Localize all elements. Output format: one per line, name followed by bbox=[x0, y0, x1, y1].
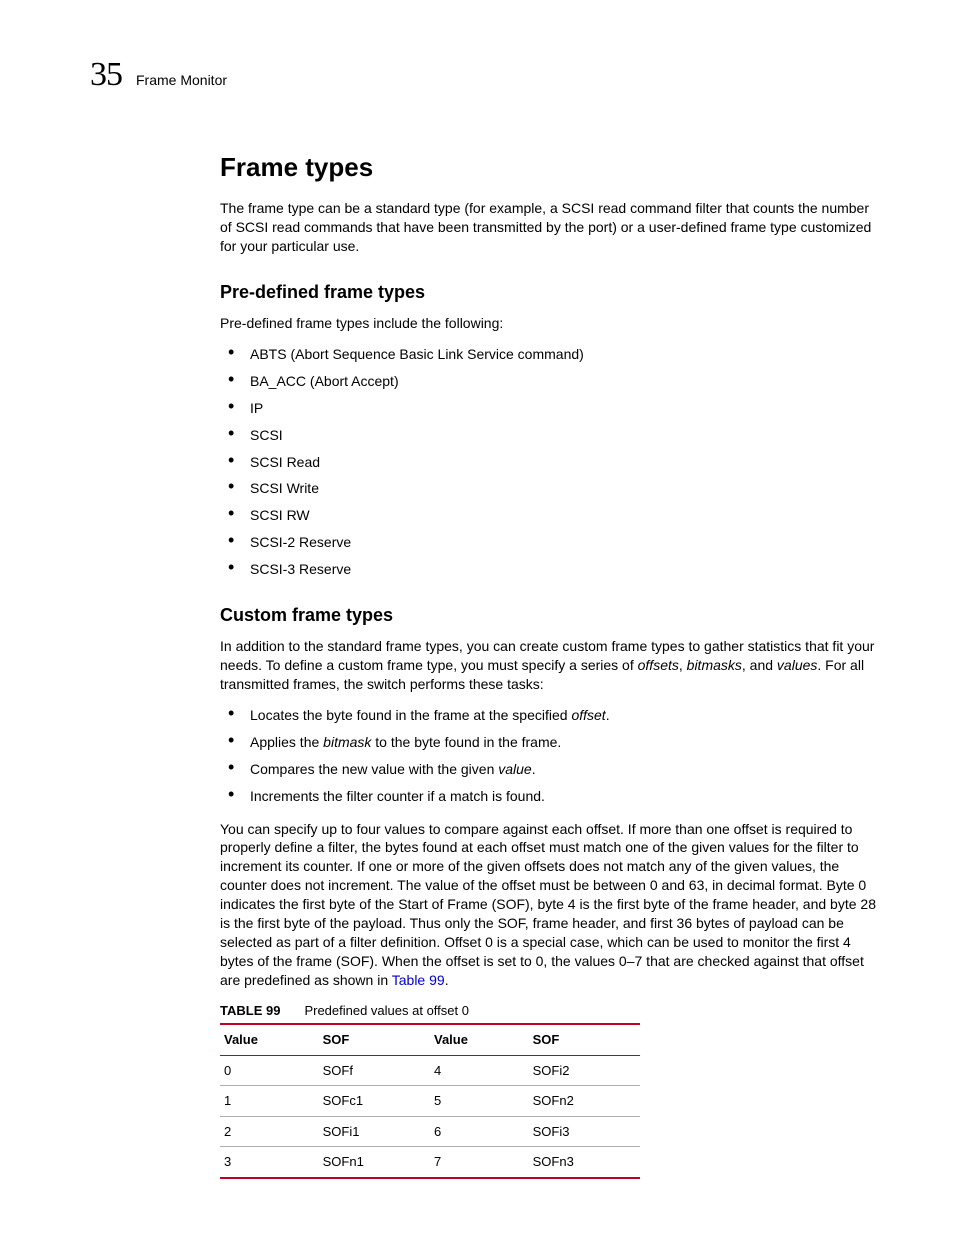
cell-value: 0 bbox=[220, 1055, 319, 1086]
list-item: Compares the new value with the given va… bbox=[220, 760, 884, 779]
cell-sof: SOFn1 bbox=[319, 1147, 430, 1178]
list-item: BA_ACC (Abort Accept) bbox=[220, 372, 884, 391]
table-row: 0 SOFf 4 SOFi2 bbox=[220, 1055, 640, 1086]
predefined-list: ABTS (Abort Sequence Basic Link Service … bbox=[220, 345, 884, 579]
cell-value: 2 bbox=[220, 1116, 319, 1147]
list-item: SCSI-2 Reserve bbox=[220, 533, 884, 552]
term-bitmasks: bitmasks bbox=[687, 657, 742, 673]
col-header-sof: SOF bbox=[529, 1024, 640, 1055]
table-title: Predefined values at offset 0 bbox=[304, 1003, 469, 1018]
cell-sof: SOFi1 bbox=[319, 1116, 430, 1147]
text: Applies the bbox=[250, 734, 323, 750]
cell-sof: SOFi3 bbox=[529, 1116, 640, 1147]
cell-sof: SOFi2 bbox=[529, 1055, 640, 1086]
table-caption: TABLE 99 Predefined values at offset 0 bbox=[220, 1002, 884, 1020]
page: 35 Frame Monitor Frame types The frame t… bbox=[0, 0, 954, 1235]
cell-sof: SOFf bbox=[319, 1055, 430, 1086]
table-row: 1 SOFc1 5 SOFn2 bbox=[220, 1086, 640, 1117]
list-item: SCSI-3 Reserve bbox=[220, 560, 884, 579]
chapter-number: 35 bbox=[90, 56, 122, 94]
text: to the byte found in the frame. bbox=[371, 734, 561, 750]
predefined-lead: Pre-defined frame types include the foll… bbox=[220, 314, 884, 333]
term-bitmask: bitmask bbox=[323, 734, 371, 750]
text: Locates the byte found in the frame at t… bbox=[250, 707, 571, 723]
cell-value: 5 bbox=[430, 1086, 529, 1117]
cell-value: 1 bbox=[220, 1086, 319, 1117]
table-header-row: Value SOF Value SOF bbox=[220, 1024, 640, 1055]
running-title: Frame Monitor bbox=[136, 72, 227, 88]
term-value: value bbox=[498, 761, 531, 777]
list-item: SCSI Read bbox=[220, 453, 884, 472]
text: . bbox=[606, 707, 610, 723]
cell-value: 3 bbox=[220, 1147, 319, 1178]
text: , and bbox=[742, 657, 777, 673]
subheading-predefined: Pre-defined frame types bbox=[220, 280, 884, 304]
custom-paragraph-2: You can specify up to four values to com… bbox=[220, 820, 884, 990]
table-label: TABLE 99 bbox=[220, 1003, 280, 1018]
list-item: Applies the bitmask to the byte found in… bbox=[220, 733, 884, 752]
table-99: Value SOF Value SOF 0 SOFf 4 SOFi2 1 SOF… bbox=[220, 1023, 640, 1179]
term-offsets: offsets bbox=[638, 657, 679, 673]
cell-sof: SOFc1 bbox=[319, 1086, 430, 1117]
cell-value: 7 bbox=[430, 1147, 529, 1178]
text: You can specify up to four values to com… bbox=[220, 821, 876, 988]
table-99-link[interactable]: Table 99 bbox=[392, 972, 445, 988]
list-item: SCSI RW bbox=[220, 506, 884, 525]
text: , bbox=[679, 657, 687, 673]
intro-paragraph: The frame type can be a standard type (f… bbox=[220, 199, 884, 256]
list-item: IP bbox=[220, 399, 884, 418]
col-header-sof: SOF bbox=[319, 1024, 430, 1055]
subheading-custom: Custom frame types bbox=[220, 603, 884, 627]
cell-sof: SOFn2 bbox=[529, 1086, 640, 1117]
running-header: 35 Frame Monitor bbox=[90, 56, 884, 94]
col-header-value: Value bbox=[220, 1024, 319, 1055]
section-heading-frame-types: Frame types bbox=[220, 150, 884, 185]
text: . bbox=[445, 972, 449, 988]
cell-sof: SOFn3 bbox=[529, 1147, 640, 1178]
col-header-value: Value bbox=[430, 1024, 529, 1055]
list-item: ABTS (Abort Sequence Basic Link Service … bbox=[220, 345, 884, 364]
custom-paragraph-1: In addition to the standard frame types,… bbox=[220, 637, 884, 694]
cell-value: 4 bbox=[430, 1055, 529, 1086]
table-row: 3 SOFn1 7 SOFn3 bbox=[220, 1147, 640, 1178]
list-item: Increments the filter counter if a match… bbox=[220, 787, 884, 806]
custom-task-list: Locates the byte found in the frame at t… bbox=[220, 706, 884, 806]
text: . bbox=[532, 761, 536, 777]
cell-value: 6 bbox=[430, 1116, 529, 1147]
list-item: Locates the byte found in the frame at t… bbox=[220, 706, 884, 725]
table-row: 2 SOFi1 6 SOFi3 bbox=[220, 1116, 640, 1147]
term-values: values bbox=[777, 657, 817, 673]
list-item: SCSI bbox=[220, 426, 884, 445]
content-area: Frame types The frame type can be a stan… bbox=[220, 150, 884, 1179]
term-offset: offset bbox=[571, 707, 605, 723]
list-item: SCSI Write bbox=[220, 479, 884, 498]
text: Compares the new value with the given bbox=[250, 761, 498, 777]
